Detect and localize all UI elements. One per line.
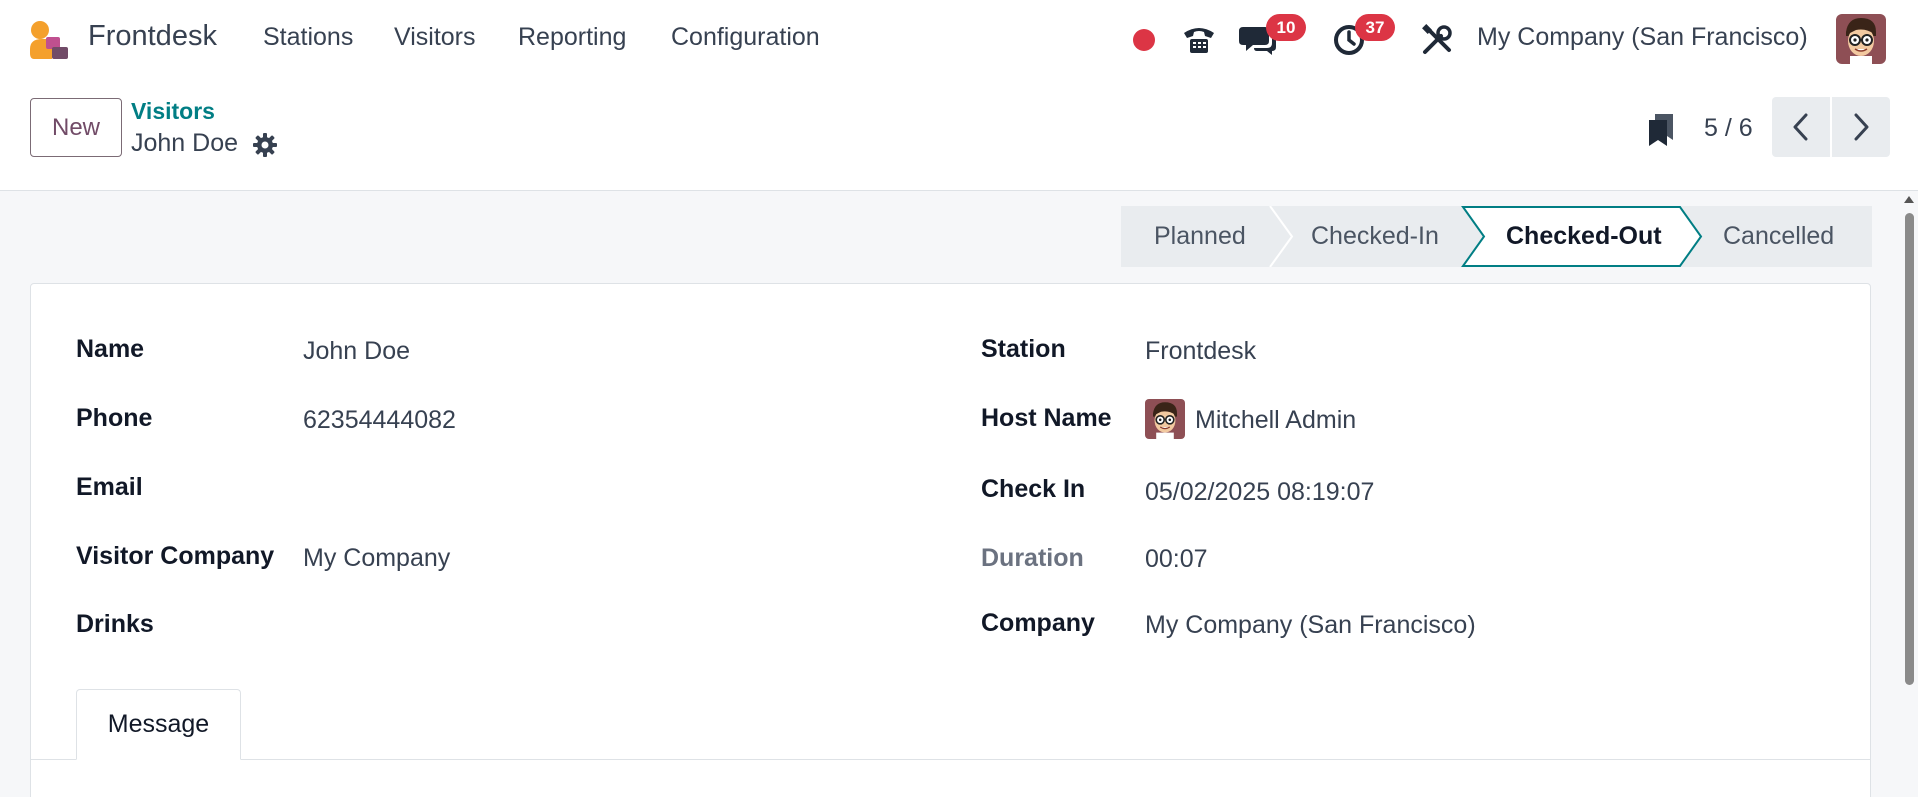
control-panel: New Visitors John Doe 5 / 6 (0, 78, 1918, 191)
phone-icon[interactable] (1179, 20, 1219, 60)
top-navbar: Frontdesk Stations Visitors Reporting Co… (0, 0, 1918, 78)
check-in-field[interactable]: 05/02/2025 08:19:07 (1145, 478, 1374, 507)
email-field[interactable] (303, 473, 903, 505)
user-avatar[interactable] (1836, 14, 1886, 64)
app-name[interactable]: Frontdesk (88, 20, 217, 53)
clock-icon[interactable]: 37 (1329, 14, 1395, 60)
menu-reporting[interactable]: Reporting (518, 23, 626, 52)
scroll-up-arrow-icon[interactable] (1904, 196, 1914, 203)
company-label: Company (981, 609, 1095, 637)
company-field[interactable]: My Company (San Francisco) (1145, 611, 1476, 640)
visitor-company-label: Visitor Company (76, 542, 275, 570)
station-field[interactable]: Frontdesk (1145, 337, 1256, 366)
status-planned[interactable]: Planned (1154, 222, 1246, 251)
drinks-label: Drinks (76, 610, 154, 638)
host-avatar[interactable] (1145, 399, 1185, 439)
host-name-field[interactable]: Mitchell Admin (1195, 406, 1356, 435)
menu-configuration[interactable]: Configuration (671, 23, 820, 52)
check-in-label: Check In (981, 475, 1086, 503)
menu-visitors[interactable]: Visitors (394, 23, 476, 52)
tools-icon[interactable] (1417, 20, 1457, 60)
messages-count-badge: 10 (1266, 14, 1306, 41)
name-field[interactable]: John Doe (303, 337, 410, 366)
tab-message[interactable]: Message (76, 689, 241, 760)
recording-dot-icon[interactable] (1124, 20, 1164, 60)
new-button[interactable]: New (30, 98, 122, 157)
notebook-tab-strip (31, 759, 1870, 760)
menu-stations[interactable]: Stations (263, 23, 353, 52)
record-title: John Doe (131, 129, 239, 157)
chevron-left-icon (1793, 113, 1808, 141)
scrollbar-thumb[interactable] (1905, 213, 1914, 685)
breadcrumb-visitors[interactable]: Visitors (131, 98, 215, 125)
email-label: Email (76, 473, 143, 501)
visitor-company-field[interactable]: My Company (303, 544, 450, 573)
phone-field[interactable]: 62354444082 (303, 406, 456, 435)
gear-icon[interactable] (252, 132, 278, 158)
duration-label: Duration (981, 544, 1084, 572)
drinks-field[interactable] (303, 610, 903, 642)
pager-value[interactable]: 5 / 6 (1704, 114, 1753, 143)
chevron-right-icon (1854, 113, 1869, 141)
company-switcher[interactable]: My Company (San Francisco) (1477, 23, 1808, 52)
chat-icon[interactable]: 10 (1238, 14, 1306, 60)
duration-field: 00:07 (1145, 545, 1208, 573)
form-sheet: Name John Doe Phone 62354444082 Email Vi… (30, 283, 1871, 797)
host-name-label: Host Name (981, 404, 1112, 432)
activities-count-badge: 37 (1355, 14, 1395, 41)
status-checked-in[interactable]: Checked-In (1311, 222, 1439, 251)
name-label: Name (76, 335, 145, 363)
frontdesk-logo-icon[interactable] (28, 19, 70, 61)
status-bar: Planned Checked-In Checked-Out Cancelled (1121, 206, 1872, 267)
station-label: Station (981, 335, 1066, 363)
status-checked-out[interactable]: Checked-Out (1506, 222, 1662, 251)
bookmark-icon[interactable] (1645, 112, 1677, 148)
phone-label: Phone (76, 404, 153, 432)
pager-previous-button[interactable] (1772, 97, 1830, 157)
pager-next-button[interactable] (1832, 97, 1890, 157)
status-cancelled[interactable]: Cancelled (1723, 222, 1834, 251)
